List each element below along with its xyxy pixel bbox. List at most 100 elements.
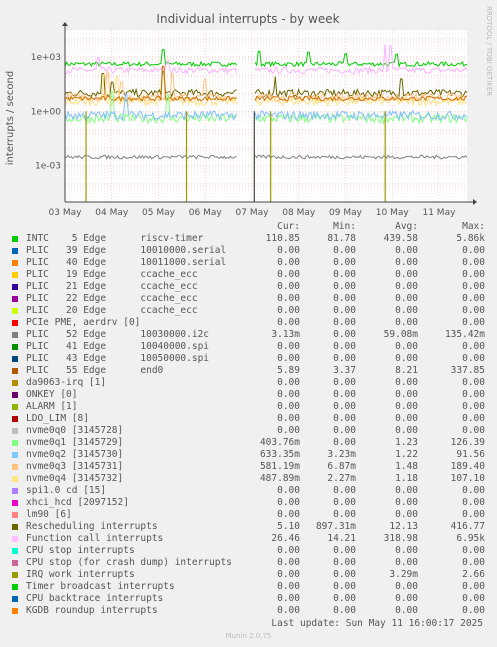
legend-max: 0.00 (462, 245, 485, 256)
legend-row: Timer broadcast interrupts 0.00 0.00 0.00 0.… (12, 581, 490, 593)
legend-avg: 1.23 (395, 437, 418, 448)
legend-label: lm90 [6] (26, 509, 72, 520)
legend-max: 0.00 (462, 497, 485, 508)
legend-min: 0.00 (333, 509, 356, 520)
legend-avg: 0.00 (395, 293, 418, 304)
legend-min: 0.00 (333, 593, 356, 604)
legend-max: 135.42m (444, 329, 485, 340)
legend-label: nvme0q2 [3145730] (26, 449, 124, 460)
legend-row: PLIC 22 Edge ccache_ecc 0.00 0.00 0.00 0.00 (12, 293, 490, 305)
legend-avg: 3.29m (389, 569, 418, 580)
legend-cur: 581.19m (259, 461, 300, 472)
legend-row: PLIC 40 Edge 10011000.serial 0.00 0.00 0.00… (12, 257, 490, 269)
legend-cur: 487.89m (259, 473, 300, 484)
legend-cur: 0.00 (277, 557, 300, 568)
legend-label: PLIC 40 Edge 10011000.serial (26, 257, 227, 268)
legend-row: PLIC 20 Edge ccache_ecc 0.00 0.00 0.00 0.00 (12, 305, 490, 317)
legend-max: 0.00 (462, 413, 485, 424)
legend-avg: 0.00 (395, 425, 418, 436)
x-tick-label: 07 May (236, 208, 270, 218)
legend-label: da9063-irq [1] (26, 377, 107, 388)
legend-label: PCIe PME, aerdrv [0] (26, 317, 141, 328)
legend-cur: 0.00 (277, 413, 300, 424)
legend-row: IRQ work interrupts 0.00 0.00 3.29m 2.66 (12, 569, 490, 581)
legend-min: 0.00 (333, 605, 356, 616)
legend-label: PLIC 41 Edge 10040000.spi (26, 341, 210, 352)
legend-row: ONKEY [0] 0.00 0.00 0.00 0.00 (12, 389, 490, 401)
legend-swatch (12, 488, 18, 494)
legend-swatch (12, 524, 18, 530)
legend-row: PLIC 52 Edge 10030000.i2c 3.13m 0.00 59.08m… (12, 329, 490, 341)
legend-max: 0.00 (462, 341, 485, 352)
legend-row: PLIC 41 Edge 10040000.spi 0.00 0.00 0.00 0.0… (12, 341, 490, 353)
legend-max: 0.00 (462, 305, 485, 316)
legend-min: 3.23m (327, 449, 356, 460)
legend-cur: 0.00 (277, 497, 300, 508)
legend-label: xhci_hcd [2097152] (26, 497, 129, 508)
legend-cur: 0.00 (277, 317, 300, 328)
legend-avg: 0.00 (395, 377, 418, 388)
legend-min: 0.00 (333, 305, 356, 316)
legend-max: 416.77 (450, 521, 485, 532)
legend-swatch (12, 476, 18, 482)
legend-avg: 1.18 (395, 473, 418, 484)
legend-min: 897.31m (315, 521, 356, 532)
legend-avg: 1.22 (395, 449, 418, 460)
legend-avg: 0.00 (395, 305, 418, 316)
legend-label: ONKEY [0] (26, 389, 78, 400)
legend-label: Function call interrupts (26, 533, 164, 544)
legend-swatch (12, 320, 18, 326)
legend-swatch (12, 584, 18, 590)
chart-title: Individual interrupts - by week (156, 12, 339, 26)
legend-swatch (12, 572, 18, 578)
legend-swatch (12, 428, 18, 434)
legend-row: ALARM [1] 0.00 0.00 0.00 0.00 (12, 401, 490, 413)
legend-label: PLIC 39 Edge 10010000.serial (26, 245, 227, 256)
legend-min: 14.21 (327, 533, 356, 544)
legend: INTC 5 Edge riscv-timer 110.85 81.78 439.58… (12, 233, 490, 617)
legend-swatch (12, 608, 18, 614)
legend-max: 126.39 (450, 437, 485, 448)
legend-cur: 26.46 (271, 533, 300, 544)
legend-row: xhci_hcd [2097152] 0.00 0.00 0.00 0.00 (12, 497, 490, 509)
legend-max: 0.00 (462, 401, 485, 412)
legend-swatch (12, 560, 18, 566)
legend-header-max: Max: (462, 221, 485, 232)
legend-swatch (12, 344, 18, 350)
legend-max: 0.00 (462, 557, 485, 568)
legend-cur: 0.00 (277, 389, 300, 400)
legend-max: 2.66 (462, 569, 485, 580)
legend-avg: 0.00 (395, 341, 418, 352)
rrdtool-credit: RRDTOOL / TOBI OETIKER (485, 6, 493, 97)
legend-label: PLIC 21 Edge ccache_ecc (26, 281, 198, 292)
legend-swatch (12, 368, 18, 374)
legend-min: 0.00 (333, 557, 356, 568)
x-tick-label: 04 May (95, 208, 129, 218)
legend-min: 6.87m (327, 461, 356, 472)
legend-max: 189.40 (450, 461, 485, 472)
legend-row: lm90 [6] 0.00 0.00 0.00 0.00 (12, 509, 490, 521)
legend-swatch (12, 272, 18, 278)
y-tick-label: 1e-03 (35, 162, 61, 172)
legend-cur: 0.00 (277, 425, 300, 436)
legend-header: Cur: Min: Avg: Max: (12, 221, 490, 233)
legend-cur: 0.00 (277, 509, 300, 520)
legend-row: Function call interrupts 26.46 14.21 318.98… (12, 533, 490, 545)
legend-max: 0.00 (462, 281, 485, 292)
x-tick-label: 10 May (376, 208, 410, 218)
legend-label: ALARM [1] (26, 401, 78, 412)
legend-label: nvme0q4 [3145732] (26, 473, 124, 484)
legend-min: 0.00 (333, 353, 356, 364)
legend-header-cur: Cur: (277, 221, 300, 232)
legend-row: LDO_LIM [8] 0.00 0.00 0.00 0.00 (12, 413, 490, 425)
legend-swatch (12, 296, 18, 302)
legend-min: 0.00 (333, 329, 356, 340)
legend-min: 0.00 (333, 401, 356, 412)
x-tick-label: 06 May (189, 208, 223, 218)
legend-label: PLIC 43 Edge 10050000.spi (26, 353, 210, 364)
legend-row: PCIe PME, aerdrv [0] 0.00 0.00 0.00 0.00 (12, 317, 490, 329)
legend-avg: 0.00 (395, 581, 418, 592)
legend-swatch (12, 596, 18, 602)
legend-row: Rescheduling interrupts 5.10 897.31m 12.13 4… (12, 521, 490, 533)
legend-cur: 403.76m (259, 437, 300, 448)
